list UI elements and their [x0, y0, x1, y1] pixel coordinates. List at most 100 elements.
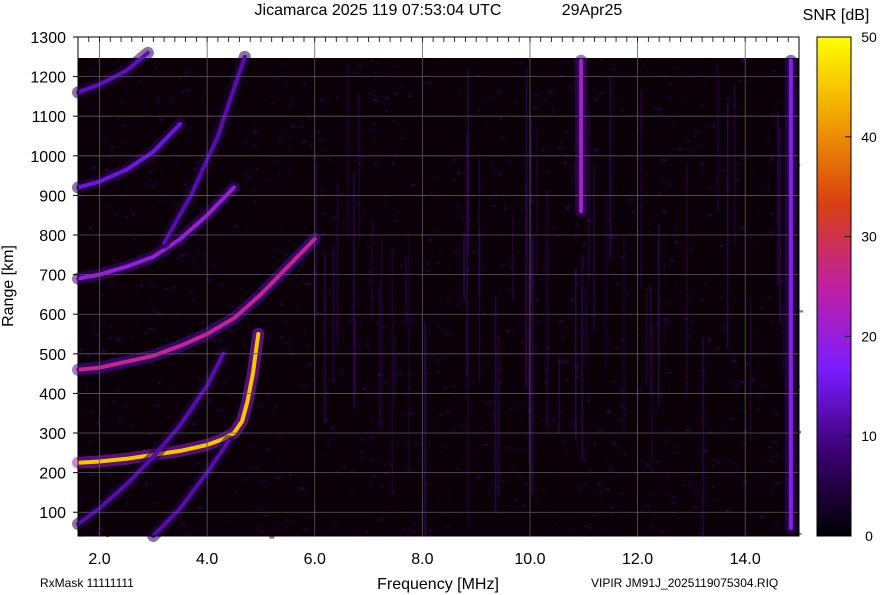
- noise-speck: [683, 98, 687, 101]
- noise-speck: [213, 338, 217, 341]
- noise-speck: [215, 247, 219, 249]
- noise-speck: [237, 143, 240, 146]
- noise-speck: [434, 229, 437, 232]
- noise-speck: [129, 207, 133, 210]
- noise-speck: [109, 473, 113, 477]
- noise-speck: [148, 298, 153, 301]
- ionogram-title: Jicamarca 2025 119 07:53:04 UTC: [255, 2, 502, 19]
- x-axis-label: Frequency [MHz]: [377, 576, 499, 593]
- noise-speck: [548, 146, 554, 148]
- noise-speck: [78, 206, 83, 209]
- noise-speck: [606, 409, 612, 413]
- noise-speck: [185, 89, 190, 92]
- noise-speck: [83, 145, 88, 148]
- noise-speck: [538, 502, 541, 504]
- noise-speck: [96, 60, 102, 62]
- noise-speck: [692, 505, 698, 509]
- noise-speck: [598, 93, 602, 97]
- noise-speck: [253, 503, 258, 505]
- noise-speck: [99, 282, 104, 284]
- noise-speck: [588, 435, 591, 438]
- noise-speck: [244, 227, 247, 229]
- noise-speck: [609, 469, 614, 472]
- noise-speck: [360, 322, 363, 325]
- noise-speck: [307, 283, 312, 286]
- noise-speck: [290, 283, 293, 287]
- noise-speck: [456, 251, 460, 255]
- noise-speck: [485, 401, 491, 405]
- noise-speck: [287, 104, 292, 107]
- noise-speck: [723, 429, 728, 432]
- noise-speck: [638, 59, 644, 61]
- noise-speck: [359, 430, 364, 432]
- noise-speck: [148, 179, 153, 182]
- noise-speck: [255, 405, 261, 408]
- noise-speck: [85, 317, 88, 319]
- x-tick-label: 4.0: [196, 551, 218, 568]
- noise-speck: [733, 300, 736, 302]
- noise-speck: [449, 292, 453, 294]
- colorbar-tick-label: 10: [861, 428, 877, 444]
- noise-speck: [771, 173, 774, 175]
- noise-speck: [754, 330, 759, 333]
- noise-speck: [700, 298, 704, 302]
- noise-speck: [149, 285, 155, 288]
- noise-speck: [711, 465, 715, 468]
- noise-speck: [491, 404, 494, 407]
- noise-speck: [766, 240, 769, 242]
- noise-speck: [478, 399, 482, 403]
- noise-speck: [472, 451, 476, 454]
- noise-speck: [407, 184, 410, 187]
- y-axis-label: Range [km]: [0, 245, 17, 327]
- noise-speck: [126, 184, 130, 187]
- noise-speck: [714, 347, 720, 350]
- noise-speck: [549, 251, 553, 253]
- noise-speck: [716, 460, 720, 464]
- noise-speck: [275, 476, 280, 480]
- noise-speck: [675, 451, 681, 454]
- noise-speck: [686, 140, 690, 143]
- y-tick-label: 800: [39, 228, 66, 245]
- noise-speck: [174, 316, 179, 320]
- noise-speck: [284, 62, 288, 65]
- noise-speck: [761, 384, 765, 388]
- noise-speck: [361, 455, 364, 458]
- noise-speck: [557, 314, 561, 317]
- noise-speck: [217, 230, 220, 233]
- noise-speck: [153, 502, 158, 505]
- noise-speck: [268, 336, 273, 339]
- noise-speck: [739, 60, 745, 63]
- noise-speck: [266, 178, 271, 181]
- noise-speck: [696, 148, 701, 151]
- noise-speck: [711, 485, 715, 489]
- noise-speck: [638, 69, 641, 72]
- noise-speck: [100, 374, 104, 377]
- noise-speck: [559, 526, 563, 528]
- noise-speck: [764, 276, 769, 279]
- noise-speck: [553, 226, 556, 230]
- noise-speck: [172, 474, 178, 478]
- noise-speck: [284, 81, 290, 84]
- noise-speck: [121, 102, 125, 105]
- noise-speck: [516, 238, 520, 241]
- noise-speck: [663, 340, 668, 343]
- noise-speck: [610, 464, 614, 467]
- noise-speck: [187, 250, 192, 252]
- noise-speck: [384, 202, 388, 206]
- noise-speck: [519, 60, 523, 64]
- noise-speck: [446, 526, 451, 528]
- noise-speck: [583, 482, 587, 486]
- noise-speck: [558, 141, 563, 144]
- noise-speck: [682, 340, 687, 342]
- noise-speck: [246, 176, 250, 179]
- noise-speck: [583, 525, 589, 527]
- noise-speck: [515, 506, 518, 508]
- noise-speck: [251, 443, 255, 447]
- noise-speck: [414, 257, 419, 261]
- noise-speck: [702, 126, 707, 129]
- noise-speck: [402, 528, 406, 531]
- noise-speck: [738, 106, 742, 108]
- noise-speck: [112, 399, 115, 403]
- noise-speck: [277, 524, 280, 527]
- colorbar-tick-label: 40: [861, 129, 877, 145]
